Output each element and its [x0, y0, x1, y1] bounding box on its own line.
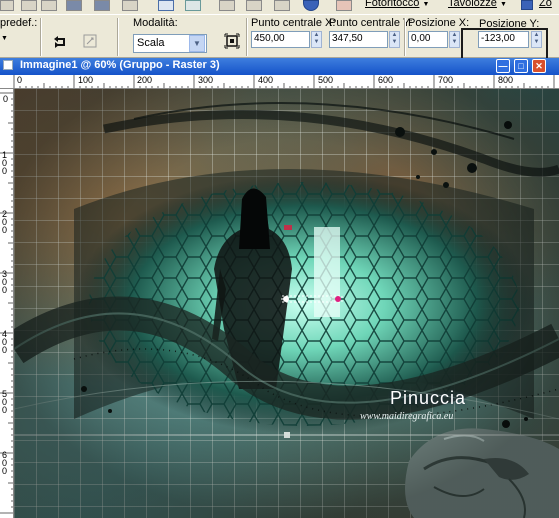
- artwork: [14, 89, 559, 518]
- position-x-label: Posizione X:: [408, 17, 470, 29]
- cut-icon[interactable]: [219, 0, 235, 11]
- menu-zoom-label: Zo: [539, 0, 552, 9]
- ruler-label: 5 0 0: [2, 389, 8, 415]
- watermark: Pinuccia www.maidiregrafica.eu: [360, 388, 467, 422]
- ruler-label: 6 0 0: [2, 450, 8, 476]
- center-x-spinner[interactable]: ▲ ▼: [311, 31, 322, 48]
- menu-palettes-label: Tavolozze: [448, 0, 497, 9]
- watermark-url: www.maidiregrafica.eu: [360, 411, 454, 422]
- center-y-value: 347,50: [332, 33, 363, 44]
- browse-icon[interactable]: [41, 0, 57, 11]
- menu-toolbar: Fotoritocco ▼ Tavolozze ▼ Zo: [0, 0, 559, 14]
- eraser-icon[interactable]: [336, 0, 352, 11]
- apply-icon[interactable]: [82, 33, 98, 49]
- print-icon[interactable]: [122, 0, 138, 11]
- ruler-label: 4 0 0: [2, 329, 8, 355]
- position-x-spinner[interactable]: ▲ ▼: [449, 31, 460, 48]
- ruler-label: 2 0 0: [2, 209, 8, 235]
- separator: [404, 18, 406, 56]
- tool-options-bar: predef.: ▼ Modalità: Scala ▼ Punto centr…: [0, 14, 559, 68]
- position-x-value: 0,00: [411, 33, 431, 44]
- ruler-label: 0: [17, 75, 23, 85]
- ruler-label: 300: [198, 75, 214, 85]
- vertical-ruler[interactable]: 0 1 0 0 2 0 0 3 0 0 4 0 0 5 0 0 6 0 0: [0, 89, 14, 518]
- menu-photo-label: Fotoritocco: [365, 0, 420, 9]
- watermark-name: Pinuccia: [390, 388, 467, 408]
- document-icon: [3, 60, 13, 70]
- info-icon[interactable]: [303, 0, 319, 11]
- open-file-icon[interactable]: [21, 0, 37, 11]
- undo-icon[interactable]: [158, 0, 174, 11]
- position-x-input[interactable]: 0,00: [408, 31, 448, 48]
- new-file-icon[interactable]: [0, 0, 14, 11]
- ruler-label: 800: [498, 75, 514, 85]
- center-y-label: Punto centrale Y:: [329, 17, 413, 29]
- ruler-label: 200: [137, 75, 153, 85]
- ruler-label: 1 0 0: [2, 150, 8, 176]
- menu-zoom[interactable]: Zo: [539, 0, 552, 9]
- save-icon[interactable]: [66, 0, 82, 11]
- paste-icon[interactable]: [274, 0, 290, 11]
- redo-icon[interactable]: [185, 0, 201, 11]
- center-x-value: 450,00: [254, 33, 285, 44]
- center-x-label: Punto centrale X:: [251, 17, 336, 29]
- save-as-icon[interactable]: [94, 0, 110, 11]
- mode-label: Modalità:: [133, 17, 178, 29]
- menu-photo-retouch[interactable]: Fotoritocco ▼: [365, 0, 429, 9]
- ruler-label: 100: [78, 75, 94, 85]
- dropdown-arrow-icon: ▼: [422, 1, 430, 8]
- preset-label: predef.:: [0, 17, 38, 29]
- ruler-label: 400: [258, 75, 274, 85]
- maximize-icon[interactable]: □: [514, 59, 528, 73]
- ruler-label: 700: [438, 75, 454, 85]
- center-y-spinner[interactable]: ▲ ▼: [389, 31, 400, 48]
- minimize-icon[interactable]: —: [496, 59, 510, 73]
- preset-dropdown-arrow-icon[interactable]: ▼: [1, 35, 8, 42]
- separator: [246, 18, 248, 56]
- menu-palettes[interactable]: Tavolozze ▼: [448, 0, 507, 9]
- copy-icon[interactable]: [246, 0, 262, 11]
- zoom-icon[interactable]: [521, 0, 533, 10]
- vignette: [14, 89, 559, 518]
- ruler-label: 0: [3, 94, 9, 104]
- ruler-label: 500: [318, 75, 334, 85]
- document-title-bar[interactable]: Immagine1 @ 60% (Gruppo - Raster 3) — □ …: [0, 58, 559, 75]
- horizontal-ruler[interactable]: 0 100 200 300 400 500 600 700 800: [0, 75, 559, 89]
- reset-icon[interactable]: [53, 35, 69, 49]
- document-title: Immagine1 @ 60% (Gruppo - Raster 3): [20, 59, 220, 71]
- separator: [40, 18, 42, 56]
- mode-dropdown-icon[interactable]: ▼: [189, 35, 205, 52]
- close-icon[interactable]: ✕: [532, 59, 546, 73]
- dropdown-arrow-icon: ▼: [499, 1, 507, 8]
- separator: [117, 18, 119, 56]
- ruler-label: 600: [378, 75, 394, 85]
- center-y-input[interactable]: 347,50: [329, 31, 388, 48]
- image-canvas[interactable]: Pinuccia www.maidiregrafica.eu: [14, 89, 559, 518]
- ruler-label: 3 0 0: [2, 269, 8, 295]
- position-tool-icon[interactable]: [224, 33, 240, 49]
- mode-value: Scala: [137, 37, 165, 49]
- center-x-input[interactable]: 450,00: [251, 31, 310, 48]
